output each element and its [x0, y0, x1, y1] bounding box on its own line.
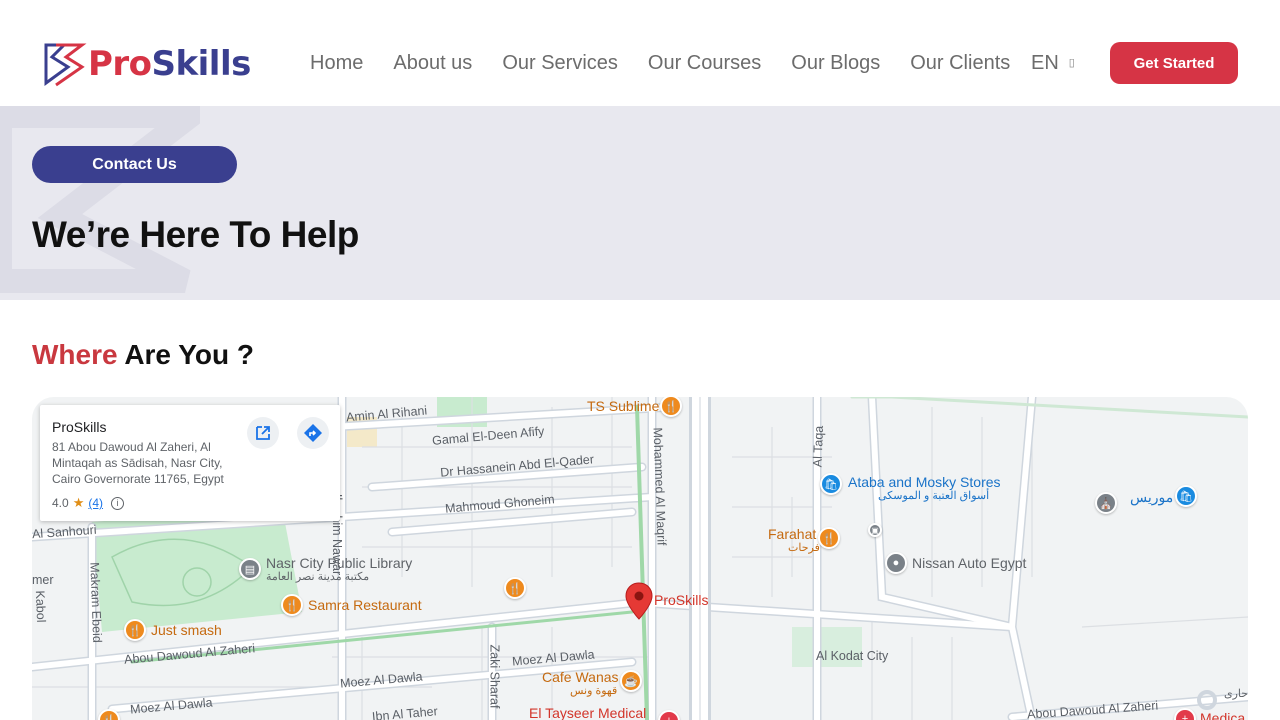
rating-value: 4.0 — [52, 496, 69, 510]
hero-banner: Contact Us We’re Here To Help — [0, 106, 1280, 300]
open-in-maps-button[interactable] — [247, 417, 279, 449]
street-label: Al Taqa — [810, 425, 826, 468]
nav-about[interactable]: About us — [393, 50, 472, 76]
place-address: 81 Abou Dawoud Al Zaheri, Al Mintaqah as… — [52, 440, 224, 486]
logo-mark-icon — [44, 43, 87, 87]
nav-blogs[interactable]: Our Blogs — [791, 50, 880, 76]
location-pin-icon[interactable] — [625, 582, 653, 620]
restaurant-pin-icon[interactable]: 🍴 — [281, 594, 303, 616]
place-info-card: ProSkills 81 Abou Dawoud Al Zaheri, Al M… — [40, 405, 340, 521]
place-rating: 4.0 ★ (4) i — [52, 495, 125, 511]
nav-courses[interactable]: Our Courses — [648, 50, 761, 76]
nav-clients[interactable]: Our Clients — [910, 50, 1010, 76]
poi-label[interactable]: Farahat — [768, 527, 816, 542]
info-icon[interactable]: i — [111, 496, 125, 510]
poi-label-ar: أسواق العتبة و الموسكى — [878, 490, 990, 502]
poi-label[interactable]: Cafe Wanas — [542, 670, 619, 685]
section-title-accent: Where — [32, 339, 118, 370]
street-label: Zaki Sharaf — [487, 644, 502, 709]
street-label: Kabol — [32, 590, 49, 623]
language-caret-icon: ▯ — [1068, 57, 1075, 69]
restaurant-pin-icon[interactable]: 🍴 — [504, 577, 526, 599]
poi-label[interactable]: El Tayseer Medical — [529, 706, 646, 720]
street-label: mer — [32, 573, 54, 587]
directions-icon — [304, 424, 322, 442]
section-title: Where Are You ? — [32, 339, 254, 371]
poi-label[interactable]: Samra Restaurant — [308, 598, 422, 613]
bus-stop-icon[interactable]: ▣ — [868, 523, 882, 537]
language-label: EN — [1031, 52, 1059, 74]
watermark-logo-icon — [0, 106, 200, 293]
contact-us-badge: Contact Us — [32, 146, 237, 183]
brand-logo[interactable]: ProSkills — [42, 40, 270, 88]
shopping-pin-icon[interactable]: 🛍 — [820, 473, 842, 495]
get-started-button[interactable]: Get Started — [1110, 42, 1238, 84]
restaurant-pin-icon[interactable]: 🍴 — [124, 619, 146, 641]
library-pin-icon[interactable]: ▤ — [239, 558, 261, 580]
poi-label[interactable]: Just smash — [151, 623, 222, 638]
place-name[interactable]: ProSkills — [52, 419, 106, 435]
page-title: We’re Here To Help — [32, 214, 359, 255]
street-label: Al Kodat City — [816, 649, 889, 663]
main-nav: Home About us Our Services Our Courses O… — [310, 50, 1040, 76]
poi-label[interactable]: Medica — [1200, 711, 1245, 720]
poi-label[interactable]: ProSkills — [654, 593, 708, 608]
nav-services[interactable]: Our Services — [502, 50, 618, 76]
brand-name-part2: Skills — [151, 44, 252, 84]
poi-label[interactable]: موريس — [1130, 490, 1173, 505]
restaurant-pin-icon[interactable]: 🍴 — [818, 527, 840, 549]
poi-label-ar: مكتبة مدينة نصر العامة — [266, 571, 370, 583]
street-label: Makram Ebeid — [87, 561, 105, 643]
poi-label[interactable]: Nasr City Public Library — [266, 556, 412, 571]
nav-home[interactable]: Home — [310, 50, 363, 76]
section-title-rest: Are You ? — [117, 339, 254, 370]
external-link-icon — [256, 426, 270, 440]
language-selector[interactable]: EN ▯ — [1031, 50, 1075, 76]
shopping-pin-icon[interactable]: 🛍 — [1175, 485, 1197, 507]
poi-label-ar: قهوة ونس — [570, 685, 618, 697]
poi-label[interactable]: Ataba and Mosky Stores — [848, 475, 1001, 490]
embedded-map[interactable]: Amin Al Rihani Gamal El-Deen Afify Dr Ha… — [32, 397, 1248, 720]
landmark-pin-icon[interactable]: ⛪ — [1095, 492, 1117, 514]
poi-label[interactable]: TS Sublime — [587, 399, 659, 414]
place-pin-icon[interactable]: ● — [885, 552, 907, 574]
poi-label-ar: حارى — [1224, 688, 1248, 700]
poi-label[interactable]: Nissan Auto Egypt — [912, 556, 1026, 571]
review-count-link[interactable]: (4) — [88, 496, 103, 510]
star-icon: ★ — [72, 495, 85, 510]
poi-label-ar: فرحات — [788, 542, 820, 554]
cafe-pin-icon[interactable]: ☕ — [620, 670, 642, 692]
site-header: ProSkills Home About us Our Services Our… — [0, 0, 1280, 106]
directions-button[interactable] — [297, 417, 329, 449]
brand-name-part1: Pro — [88, 44, 152, 84]
brand-name: ProSkills — [88, 44, 251, 84]
